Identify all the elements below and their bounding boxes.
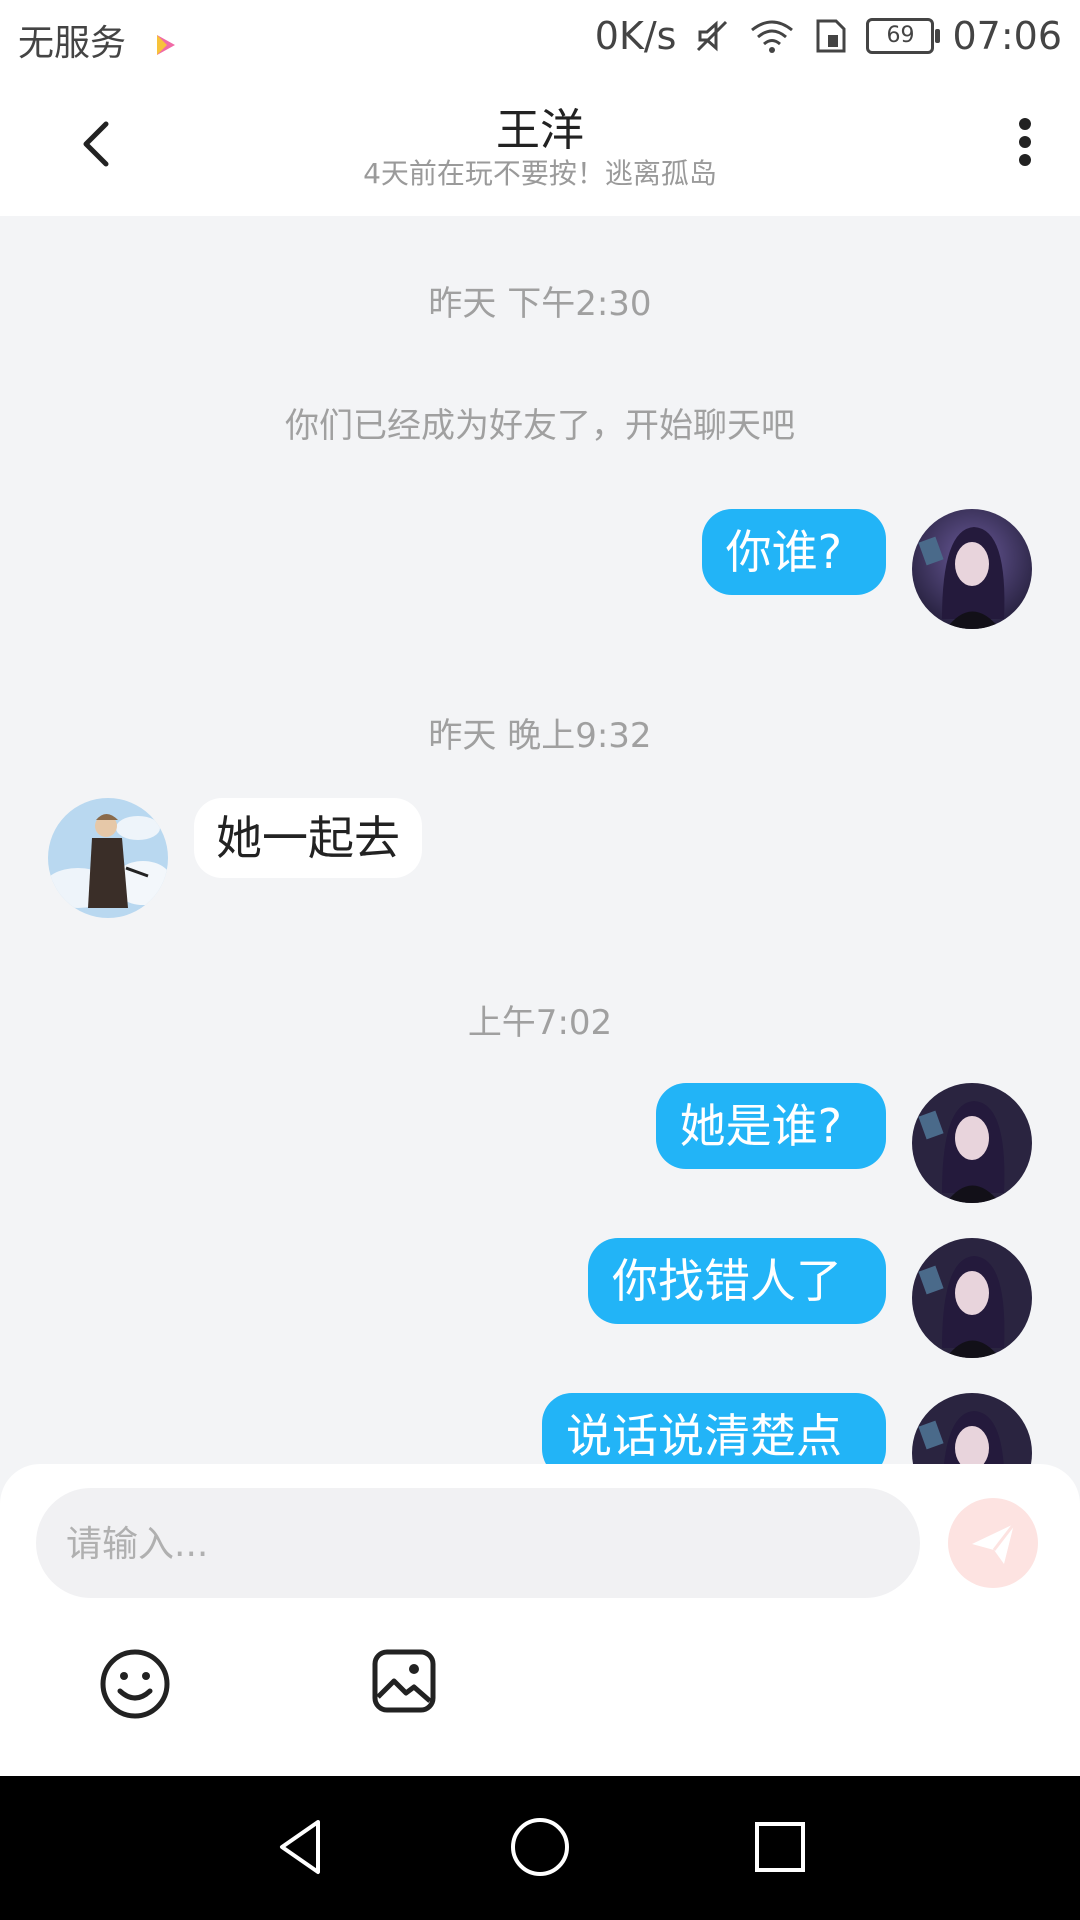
self-avatar[interactable]: [912, 1393, 1032, 1464]
contact-name: 王洋: [496, 105, 584, 156]
message-bubble-outgoing[interactable]: 她是谁?: [655, 1083, 886, 1169]
battery-indicator: 69: [866, 18, 941, 54]
clock: 07:06: [952, 14, 1062, 58]
status-right: 0K/s 69 07:06: [595, 14, 1062, 58]
more-vertical-icon[interactable]: [1000, 114, 1050, 174]
image-icon[interactable]: [370, 1647, 438, 1715]
message-bubble-outgoing[interactable]: 你找错人了: [588, 1238, 886, 1324]
system-nav-bar: [0, 1776, 1080, 1920]
timestamp: 上午7:02: [467, 1003, 613, 1043]
sim-icon: [816, 19, 846, 53]
emoji-icon[interactable]: [98, 1647, 172, 1721]
contact-avatar[interactable]: [48, 798, 168, 918]
message-bubble-outgoing[interactable]: 说话说清楚点: [542, 1393, 886, 1464]
self-avatar[interactable]: [912, 1083, 1032, 1203]
status-left: 无服务: [18, 14, 179, 66]
status-bar: 无服务 0K/s 69 07:06: [0, 0, 1080, 76]
message-bubble-outgoing[interactable]: 你谁?: [701, 509, 886, 595]
message-composer: [0, 1464, 1080, 1776]
message-input-container[interactable]: [36, 1488, 920, 1600]
message-bubble-incoming[interactable]: 她一起去: [194, 798, 422, 878]
message-input[interactable]: [64, 1488, 898, 1600]
send-plane-icon: [972, 1523, 1016, 1564]
carrier-label: 无服务: [18, 23, 127, 64]
chat-area[interactable]: 昨天 下午2:30 你们已经成为好友了，开始聊天吧 你谁? 昨天 晚上9:32: [0, 216, 1080, 1464]
send-button[interactable]: [948, 1498, 1038, 1588]
system-message: 你们已经成为好友了，开始聊天吧: [285, 406, 795, 446]
self-avatar[interactable]: [912, 1238, 1032, 1358]
chat-header: 王洋 4天前在玩不要按！逃离孤岛: [0, 76, 1080, 216]
self-avatar[interactable]: [912, 509, 1032, 629]
nav-home-icon[interactable]: [505, 1812, 575, 1882]
network-speed: 0K/s: [594, 14, 677, 58]
video-app-icon: [157, 35, 176, 55]
wifi-icon: [751, 20, 794, 53]
timestamp: 昨天 下午2:30: [428, 284, 652, 324]
mute-icon: [697, 20, 728, 52]
nav-recents-icon[interactable]: [745, 1812, 815, 1882]
nav-back-icon[interactable]: [266, 1812, 336, 1882]
timestamp: 昨天 晚上9:32: [428, 716, 652, 756]
contact-status: 4天前在玩不要按！逃离孤岛: [363, 157, 717, 190]
